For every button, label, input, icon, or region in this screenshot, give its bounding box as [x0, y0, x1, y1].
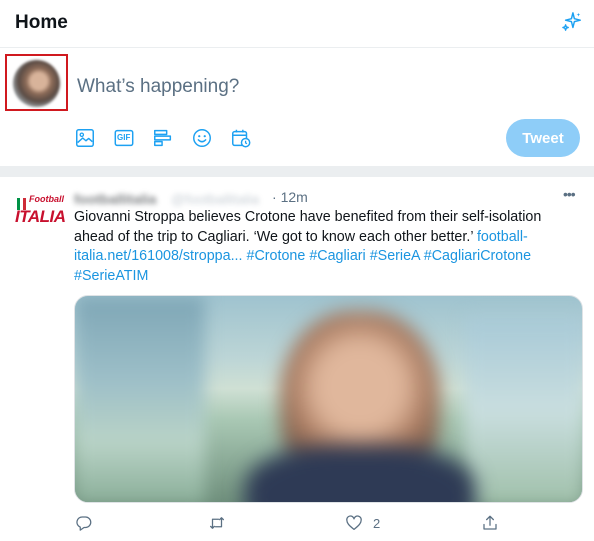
reply-icon[interactable] [75, 514, 93, 532]
author-handle[interactable]: @footballitalia [171, 191, 259, 207]
tweet-composer: GIF Tweet [0, 49, 594, 166]
schedule-icon[interactable] [230, 127, 252, 149]
avatar[interactable] [13, 60, 60, 107]
share-icon[interactable] [481, 514, 499, 532]
more-options-icon[interactable]: ••• [563, 186, 576, 202]
avatar-highlight-box[interactable] [5, 54, 68, 111]
like-icon[interactable] [345, 514, 363, 532]
header: Home [0, 0, 594, 48]
time-separator: · [272, 189, 277, 205]
tweet-card[interactable]: Football ITALIA footballitalia @football… [0, 177, 594, 541]
tweet-button[interactable]: Tweet [506, 119, 580, 157]
image-icon[interactable] [74, 127, 96, 149]
hashtag[interactable]: #SerieATIM [74, 268, 148, 284]
tweet-time[interactable]: · 12m [272, 189, 308, 205]
author-name[interactable]: footballitalia [74, 191, 156, 207]
hashtag[interactable]: #SerieA [370, 248, 420, 264]
poll-icon[interactable] [152, 127, 174, 149]
gif-label: GIF [117, 133, 131, 142]
hashtag[interactable]: #Cagliari [309, 248, 365, 264]
tweet-actions: 2 [0, 514, 594, 534]
emoji-icon[interactable] [191, 127, 213, 149]
section-divider [0, 166, 594, 177]
gif-icon[interactable]: GIF [113, 127, 135, 149]
hashtag[interactable]: #CagliariCrotone [424, 248, 531, 264]
sparkle-icon[interactable] [561, 11, 583, 33]
like-count: 2 [373, 516, 381, 531]
author-avatar-logo[interactable]: Football ITALIA [15, 194, 66, 234]
page-title: Home [15, 12, 68, 33]
retweet-icon[interactable] [208, 514, 226, 532]
logo-text-small: Football [29, 194, 64, 204]
tweet-media-image[interactable] [74, 295, 583, 503]
tweet-body: Giovanni Stroppa believes Crotone have b… [74, 209, 542, 245]
tweet-text: Giovanni Stroppa believes Crotone have b… [74, 208, 579, 286]
compose-input[interactable] [77, 73, 557, 101]
logo-text-big: ITALIA [15, 207, 66, 226]
hashtag[interactable]: #Crotone [247, 248, 306, 264]
time-label[interactable]: 12m [281, 189, 308, 205]
